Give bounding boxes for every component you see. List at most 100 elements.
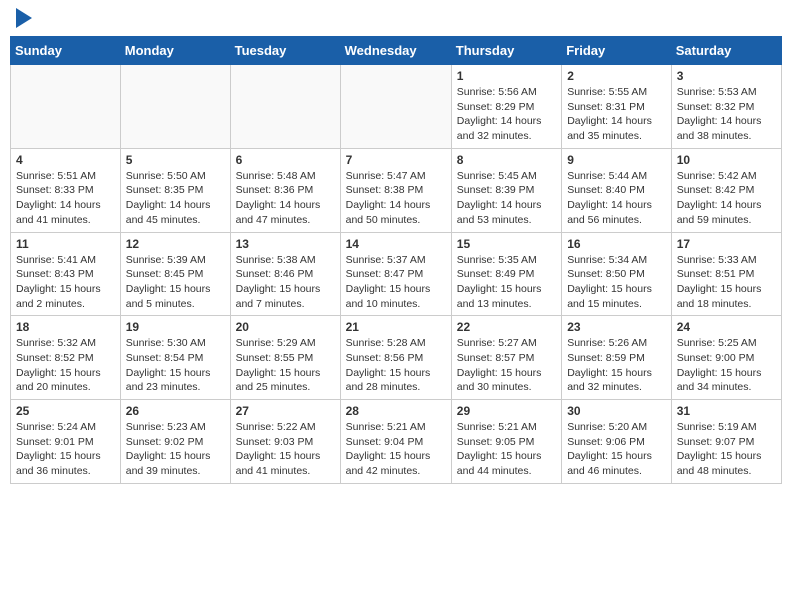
day-number: 23	[567, 320, 666, 334]
calendar-cell: 24 Sunrise: 5:25 AM Sunset: 9:00 PM Dayli…	[671, 316, 781, 400]
weekday-header-sunday: Sunday	[11, 37, 121, 65]
day-info: Sunrise: 5:23 AM Sunset: 9:02 PM Dayligh…	[126, 420, 225, 479]
day-info: Sunrise: 5:26 AM Sunset: 8:59 PM Dayligh…	[567, 336, 666, 395]
calendar-cell: 1 Sunrise: 5:56 AM Sunset: 8:29 PM Daylig…	[451, 65, 561, 149]
calendar-cell: 15 Sunrise: 5:35 AM Sunset: 8:49 PM Dayli…	[451, 232, 561, 316]
day-info: Sunrise: 5:44 AM Sunset: 8:40 PM Dayligh…	[567, 169, 666, 228]
day-number: 18	[16, 320, 115, 334]
day-number: 13	[236, 237, 335, 251]
weekday-header-tuesday: Tuesday	[230, 37, 340, 65]
day-info: Sunrise: 5:21 AM Sunset: 9:04 PM Dayligh…	[346, 420, 446, 479]
day-number: 3	[677, 69, 776, 83]
day-number: 24	[677, 320, 776, 334]
day-number: 5	[126, 153, 225, 167]
logo-arrow-icon	[16, 8, 32, 28]
day-number: 16	[567, 237, 666, 251]
calendar-cell: 28 Sunrise: 5:21 AM Sunset: 9:04 PM Dayli…	[340, 400, 451, 484]
day-number: 11	[16, 237, 115, 251]
calendar-cell: 18 Sunrise: 5:32 AM Sunset: 8:52 PM Dayli…	[11, 316, 121, 400]
day-info: Sunrise: 5:35 AM Sunset: 8:49 PM Dayligh…	[457, 253, 556, 312]
day-number: 15	[457, 237, 556, 251]
calendar-cell: 5 Sunrise: 5:50 AM Sunset: 8:35 PM Daylig…	[120, 148, 230, 232]
calendar-week-row: 25 Sunrise: 5:24 AM Sunset: 9:01 PM Dayli…	[11, 400, 782, 484]
day-info: Sunrise: 5:33 AM Sunset: 8:51 PM Dayligh…	[677, 253, 776, 312]
weekday-header-wednesday: Wednesday	[340, 37, 451, 65]
calendar-week-row: 18 Sunrise: 5:32 AM Sunset: 8:52 PM Dayli…	[11, 316, 782, 400]
day-number: 27	[236, 404, 335, 418]
day-number: 8	[457, 153, 556, 167]
day-info: Sunrise: 5:51 AM Sunset: 8:33 PM Dayligh…	[16, 169, 115, 228]
calendar-cell: 17 Sunrise: 5:33 AM Sunset: 8:51 PM Dayli…	[671, 232, 781, 316]
calendar-table: SundayMondayTuesdayWednesdayThursdayFrid…	[10, 36, 782, 484]
day-number: 6	[236, 153, 335, 167]
calendar-cell: 20 Sunrise: 5:29 AM Sunset: 8:55 PM Dayli…	[230, 316, 340, 400]
day-number: 22	[457, 320, 556, 334]
calendar-cell: 2Sunrise: 5:55 AM Sunset: 8:31 PM Daylig…	[562, 65, 672, 149]
calendar-cell: 13 Sunrise: 5:38 AM Sunset: 8:46 PM Dayli…	[230, 232, 340, 316]
day-info: Sunrise: 5:45 AM Sunset: 8:39 PM Dayligh…	[457, 169, 556, 228]
calendar-cell: 7 Sunrise: 5:47 AM Sunset: 8:38 PM Daylig…	[340, 148, 451, 232]
day-info: Sunrise: 5:41 AM Sunset: 8:43 PM Dayligh…	[16, 253, 115, 312]
day-number: 1	[457, 69, 556, 83]
calendar-cell: 25 Sunrise: 5:24 AM Sunset: 9:01 PM Dayli…	[11, 400, 121, 484]
calendar-cell: 16 Sunrise: 5:34 AM Sunset: 8:50 PM Dayli…	[562, 232, 672, 316]
day-info: Sunrise: 5:53 AM Sunset: 8:32 PM Dayligh…	[677, 85, 776, 144]
calendar-cell: 10 Sunrise: 5:42 AM Sunset: 8:42 PM Dayli…	[671, 148, 781, 232]
day-info: Sunrise: 5:50 AM Sunset: 8:35 PM Dayligh…	[126, 169, 225, 228]
weekday-header-thursday: Thursday	[451, 37, 561, 65]
day-number: 14	[346, 237, 446, 251]
day-number: 28	[346, 404, 446, 418]
weekday-header-monday: Monday	[120, 37, 230, 65]
day-info: Sunrise: 5:47 AM Sunset: 8:38 PM Dayligh…	[346, 169, 446, 228]
calendar-cell: 9Sunrise: 5:44 AM Sunset: 8:40 PM Daylig…	[562, 148, 672, 232]
calendar-cell: 22 Sunrise: 5:27 AM Sunset: 8:57 PM Dayli…	[451, 316, 561, 400]
day-number: 12	[126, 237, 225, 251]
day-info: Sunrise: 5:30 AM Sunset: 8:54 PM Dayligh…	[126, 336, 225, 395]
logo	[14, 10, 32, 28]
day-info: Sunrise: 5:48 AM Sunset: 8:36 PM Dayligh…	[236, 169, 335, 228]
day-info: Sunrise: 5:22 AM Sunset: 9:03 PM Dayligh…	[236, 420, 335, 479]
calendar-cell: 11 Sunrise: 5:41 AM Sunset: 8:43 PM Dayli…	[11, 232, 121, 316]
day-number: 21	[346, 320, 446, 334]
calendar-cell: 14Sunrise: 5:37 AM Sunset: 8:47 PM Dayli…	[340, 232, 451, 316]
day-number: 7	[346, 153, 446, 167]
day-info: Sunrise: 5:56 AM Sunset: 8:29 PM Dayligh…	[457, 85, 556, 144]
day-info: Sunrise: 5:34 AM Sunset: 8:50 PM Dayligh…	[567, 253, 666, 312]
calendar-cell: 8 Sunrise: 5:45 AM Sunset: 8:39 PM Daylig…	[451, 148, 561, 232]
weekday-header-saturday: Saturday	[671, 37, 781, 65]
day-number: 29	[457, 404, 556, 418]
day-number: 10	[677, 153, 776, 167]
page-header	[10, 10, 782, 28]
day-number: 30	[567, 404, 666, 418]
calendar-cell: 19 Sunrise: 5:30 AM Sunset: 8:54 PM Dayli…	[120, 316, 230, 400]
day-info: Sunrise: 5:28 AM Sunset: 8:56 PM Dayligh…	[346, 336, 446, 395]
calendar-cell: 31 Sunrise: 5:19 AM Sunset: 9:07 PM Dayli…	[671, 400, 781, 484]
day-info: Sunrise: 5:27 AM Sunset: 8:57 PM Dayligh…	[457, 336, 556, 395]
calendar-cell	[120, 65, 230, 149]
day-number: 31	[677, 404, 776, 418]
calendar-cell: 3 Sunrise: 5:53 AM Sunset: 8:32 PM Daylig…	[671, 65, 781, 149]
calendar-week-row: 11 Sunrise: 5:41 AM Sunset: 8:43 PM Dayli…	[11, 232, 782, 316]
day-info: Sunrise: 5:19 AM Sunset: 9:07 PM Dayligh…	[677, 420, 776, 479]
day-info: Sunrise: 5:38 AM Sunset: 8:46 PM Dayligh…	[236, 253, 335, 312]
day-info: Sunrise: 5:25 AM Sunset: 9:00 PM Dayligh…	[677, 336, 776, 395]
day-number: 4	[16, 153, 115, 167]
calendar-cell: 29 Sunrise: 5:21 AM Sunset: 9:05 PM Dayli…	[451, 400, 561, 484]
day-info: Sunrise: 5:24 AM Sunset: 9:01 PM Dayligh…	[16, 420, 115, 479]
day-number: 19	[126, 320, 225, 334]
day-info: Sunrise: 5:39 AM Sunset: 8:45 PM Dayligh…	[126, 253, 225, 312]
calendar-cell: 23 Sunrise: 5:26 AM Sunset: 8:59 PM Dayli…	[562, 316, 672, 400]
calendar-week-row: 1 Sunrise: 5:56 AM Sunset: 8:29 PM Daylig…	[11, 65, 782, 149]
day-info: Sunrise: 5:21 AM Sunset: 9:05 PM Dayligh…	[457, 420, 556, 479]
day-number: 25	[16, 404, 115, 418]
day-number: 17	[677, 237, 776, 251]
calendar-cell: 6 Sunrise: 5:48 AM Sunset: 8:36 PM Daylig…	[230, 148, 340, 232]
calendar-cell	[11, 65, 121, 149]
day-info: Sunrise: 5:42 AM Sunset: 8:42 PM Dayligh…	[677, 169, 776, 228]
calendar-week-row: 4 Sunrise: 5:51 AM Sunset: 8:33 PM Daylig…	[11, 148, 782, 232]
day-number: 26	[126, 404, 225, 418]
day-number: 20	[236, 320, 335, 334]
day-info: Sunrise: 5:32 AM Sunset: 8:52 PM Dayligh…	[16, 336, 115, 395]
day-info: Sunrise: 5:29 AM Sunset: 8:55 PM Dayligh…	[236, 336, 335, 395]
calendar-cell: 4 Sunrise: 5:51 AM Sunset: 8:33 PM Daylig…	[11, 148, 121, 232]
